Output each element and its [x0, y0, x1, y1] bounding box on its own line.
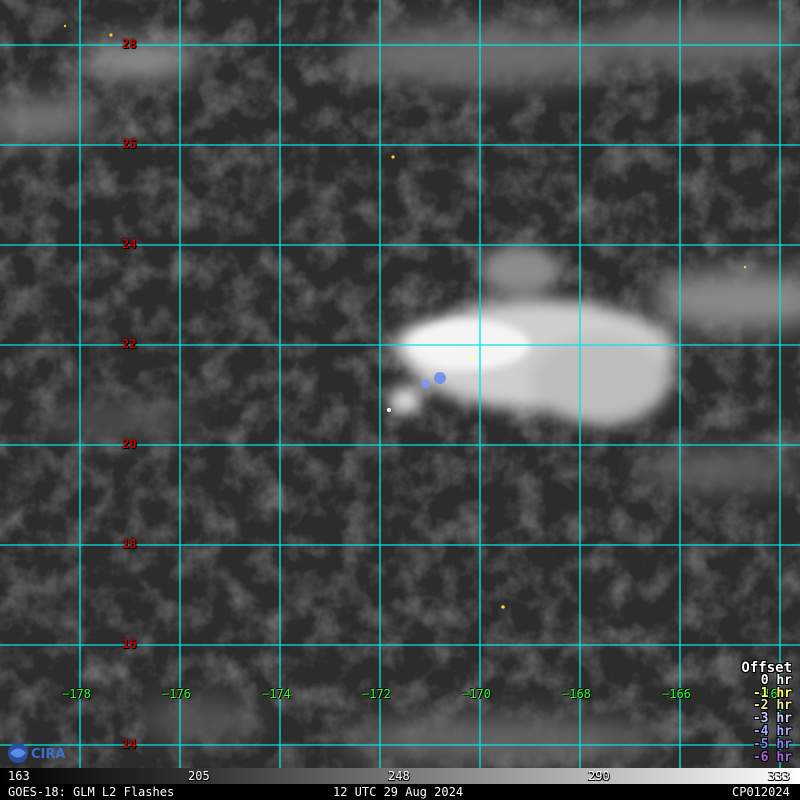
lat-label: 20	[122, 437, 137, 451]
lat-label: 24	[122, 237, 137, 251]
lat-label: 16	[122, 637, 137, 651]
colorbar-tick: 205	[188, 769, 210, 783]
lon-label: −168	[562, 687, 591, 701]
colorbar-tick: 163	[8, 769, 30, 783]
lat-label: 14	[122, 737, 137, 751]
lon-label: −172	[362, 687, 391, 701]
lon-label: −178	[62, 687, 91, 701]
colorbar-tick: 248	[388, 769, 410, 783]
storm-id-label: CP012024	[732, 785, 790, 799]
lat-label: 26	[122, 137, 137, 151]
lon-label: −166	[662, 687, 691, 701]
lat-lon-grid	[0, 0, 800, 768]
lat-label: 18	[122, 537, 137, 551]
colorbar-tick: 333	[768, 769, 790, 783]
lon-label: −174	[262, 687, 291, 701]
lon-label: −176	[162, 687, 191, 701]
cira-logo-icon: CIRA	[8, 743, 65, 763]
logo-text: CIRA	[31, 747, 65, 762]
lat-label: 22	[122, 337, 137, 351]
legend-item: -6 hr	[752, 749, 792, 765]
product-label: GOES-18: GLM L2 Flashes	[8, 785, 175, 799]
lat-label: 28	[122, 37, 137, 51]
lon-label: −170	[462, 687, 491, 701]
footer-bar: GOES-18: GLM L2 Flashes 12 UTC 29 Aug 20…	[0, 784, 800, 800]
colorbar-tick: 290	[588, 769, 610, 783]
offset-legend: Offset 0 hr -1 hr -2 hr -3 hr -4 hr -5 h…	[741, 661, 792, 765]
satellite-map: 28 26 24 22 20 18 16 14 −178 −176 −174 −…	[0, 0, 800, 800]
datetime-label: 12 UTC 29 Aug 2024	[333, 785, 464, 799]
